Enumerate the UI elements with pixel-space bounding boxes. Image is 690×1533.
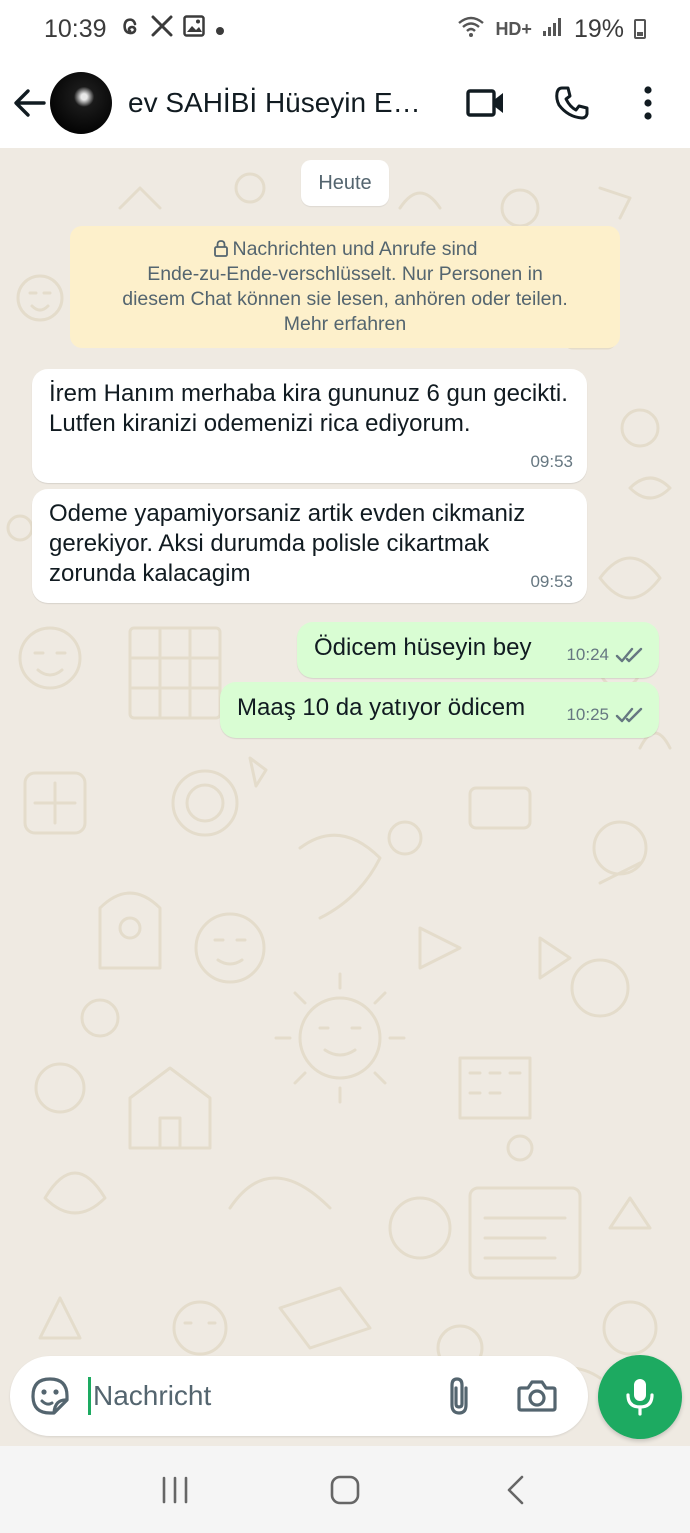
sticker-button[interactable] — [22, 1368, 78, 1424]
encryption-notice-line: Nachrichten und Anrufe sind — [232, 238, 478, 260]
message-time: 09:53 — [530, 572, 573, 591]
encryption-notice[interactable]: Nachrichten und Anrufe sind Ende-zu-Ende… — [70, 226, 620, 348]
double-check-icon — [615, 647, 643, 663]
recent-apps-icon — [162, 1476, 188, 1503]
encryption-notice-line: Ende-zu-Ende-verschlüsselt. Nur Personen… — [147, 263, 543, 285]
encryption-notice-line: diesem Chat können sie lesen, anhören od… — [122, 288, 568, 310]
system-status: HD+ 19% — [457, 15, 646, 44]
message-meta: 09:53 — [530, 447, 573, 477]
lock-icon — [213, 240, 228, 257]
status-bar: 10:39 HD+ 19% — [0, 0, 690, 58]
message-time: 10:24 — [566, 645, 609, 664]
chat-header: ev SAHİBİ Hüseyin Emla... — [0, 58, 690, 148]
signal-icon — [542, 17, 564, 42]
message-text: İrem Hanım merhaba kira gununuz 6 gun ge… — [49, 380, 568, 437]
message-composer — [10, 1356, 588, 1436]
message-input[interactable] — [93, 1371, 423, 1421]
message-bubble-incoming[interactable]: Odeme yapamiyorsaniz artik evden cikmani… — [32, 489, 587, 603]
more-options-button[interactable] — [618, 73, 678, 133]
gallery-icon — [182, 15, 205, 43]
date-chip: Heute — [301, 160, 389, 206]
battery-icon — [634, 19, 646, 39]
home-button[interactable] — [310, 1460, 380, 1520]
network-type-label: HD+ — [495, 18, 532, 39]
text-cursor — [88, 1377, 91, 1415]
message-bubble-outgoing[interactable]: Ödicem hüseyin bey 10:24 — [297, 622, 659, 678]
contact-name[interactable]: ev SAHİBİ Hüseyin Emla... — [128, 87, 440, 119]
status-time: 10:39 — [44, 14, 107, 43]
battery-percent: 19% — [573, 14, 624, 43]
back-arrow-icon — [14, 89, 46, 117]
message-time: 10:25 — [566, 705, 609, 724]
notification-icons — [119, 14, 225, 44]
message-bubble-incoming[interactable]: İrem Hanım merhaba kira gununuz 6 gun ge… — [32, 369, 587, 483]
phone-icon — [555, 86, 589, 120]
recent-apps-button[interactable] — [140, 1460, 210, 1520]
microphone-icon — [626, 1379, 654, 1416]
message-time: 09:53 — [530, 452, 573, 471]
sticker-icon — [31, 1377, 69, 1415]
attach-icon — [450, 1377, 468, 1415]
more-options-icon — [644, 86, 652, 120]
learn-more-link[interactable]: Mehr erfahren — [70, 312, 620, 337]
message-meta: 09:53 — [530, 567, 573, 597]
chat-area[interactable]: Heute Nachrichten und Anrufe sind Ende-z… — [0, 148, 690, 1446]
camera-button[interactable] — [509, 1368, 565, 1424]
nav-back-button[interactable] — [480, 1460, 550, 1520]
dot-icon — [215, 16, 225, 42]
message-meta: 10:24 — [566, 640, 645, 670]
attach-button[interactable] — [431, 1368, 487, 1424]
system-navigation-bar — [0, 1446, 690, 1533]
message-bubble-outgoing[interactable]: Maaş 10 da yatıyor ödicem 10:25 — [220, 682, 659, 738]
contact-avatar[interactable] — [50, 72, 112, 134]
camera-icon — [517, 1380, 557, 1412]
x-icon — [151, 15, 173, 43]
home-icon — [330, 1475, 360, 1504]
message-text: Odeme yapamiyorsaniz artik evden cikmani… — [49, 500, 526, 587]
message-meta: 10:25 — [566, 700, 645, 730]
threads-icon — [119, 14, 141, 44]
voice-call-button[interactable] — [542, 73, 602, 133]
wifi-icon — [457, 16, 485, 43]
back-icon — [507, 1475, 524, 1504]
video-call-button[interactable] — [456, 73, 516, 133]
video-call-icon — [466, 89, 503, 117]
voice-message-button[interactable] — [598, 1355, 682, 1439]
double-check-icon — [615, 707, 643, 723]
